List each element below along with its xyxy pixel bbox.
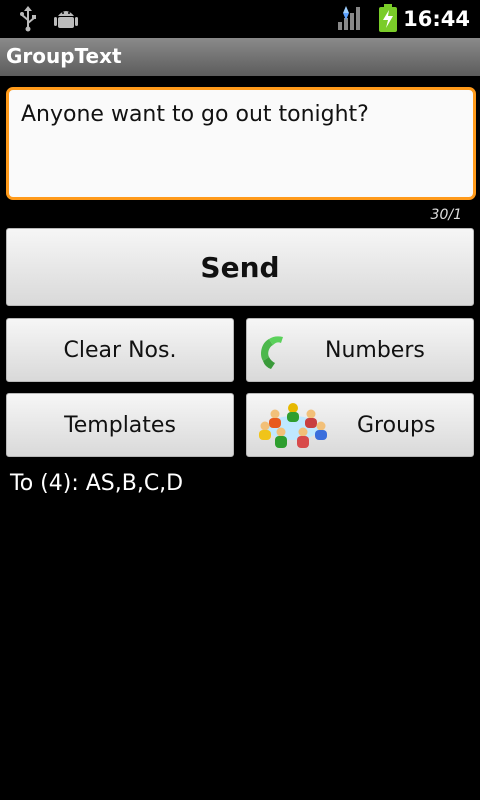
message-field[interactable]: Anyone want to go out tonight?: [6, 87, 476, 200]
battery-charging-icon: [377, 4, 399, 36]
templates-label: Templates: [64, 413, 176, 438]
usb-icon: [18, 6, 38, 36]
numbers-button[interactable]: Numbers: [246, 318, 474, 382]
groups-button[interactable]: Groups: [246, 393, 474, 457]
android-debug-icon: [54, 6, 78, 36]
app-title: GroupText: [6, 44, 122, 68]
message-input[interactable]: Anyone want to go out tonight?: [9, 90, 473, 197]
title-bar: GroupText: [0, 38, 480, 76]
clock: 16:44: [403, 7, 470, 31]
numbers-label: Numbers: [325, 338, 425, 363]
phone-icon: [257, 331, 291, 397]
clear-numbers-button[interactable]: Clear Nos.: [6, 318, 234, 382]
send-button-label: Send: [200, 251, 280, 284]
group-people-icon: [255, 400, 331, 478]
signal-icon: [336, 4, 364, 36]
send-button[interactable]: Send: [6, 228, 474, 306]
character-counter: 30/1: [430, 207, 462, 223]
status-bar: 16:44: [0, 0, 480, 38]
clear-numbers-label: Clear Nos.: [63, 338, 177, 363]
recipients-list: To (4): AS,B,C,D: [10, 471, 184, 496]
groups-label: Groups: [357, 413, 436, 438]
templates-button[interactable]: Templates: [6, 393, 234, 457]
